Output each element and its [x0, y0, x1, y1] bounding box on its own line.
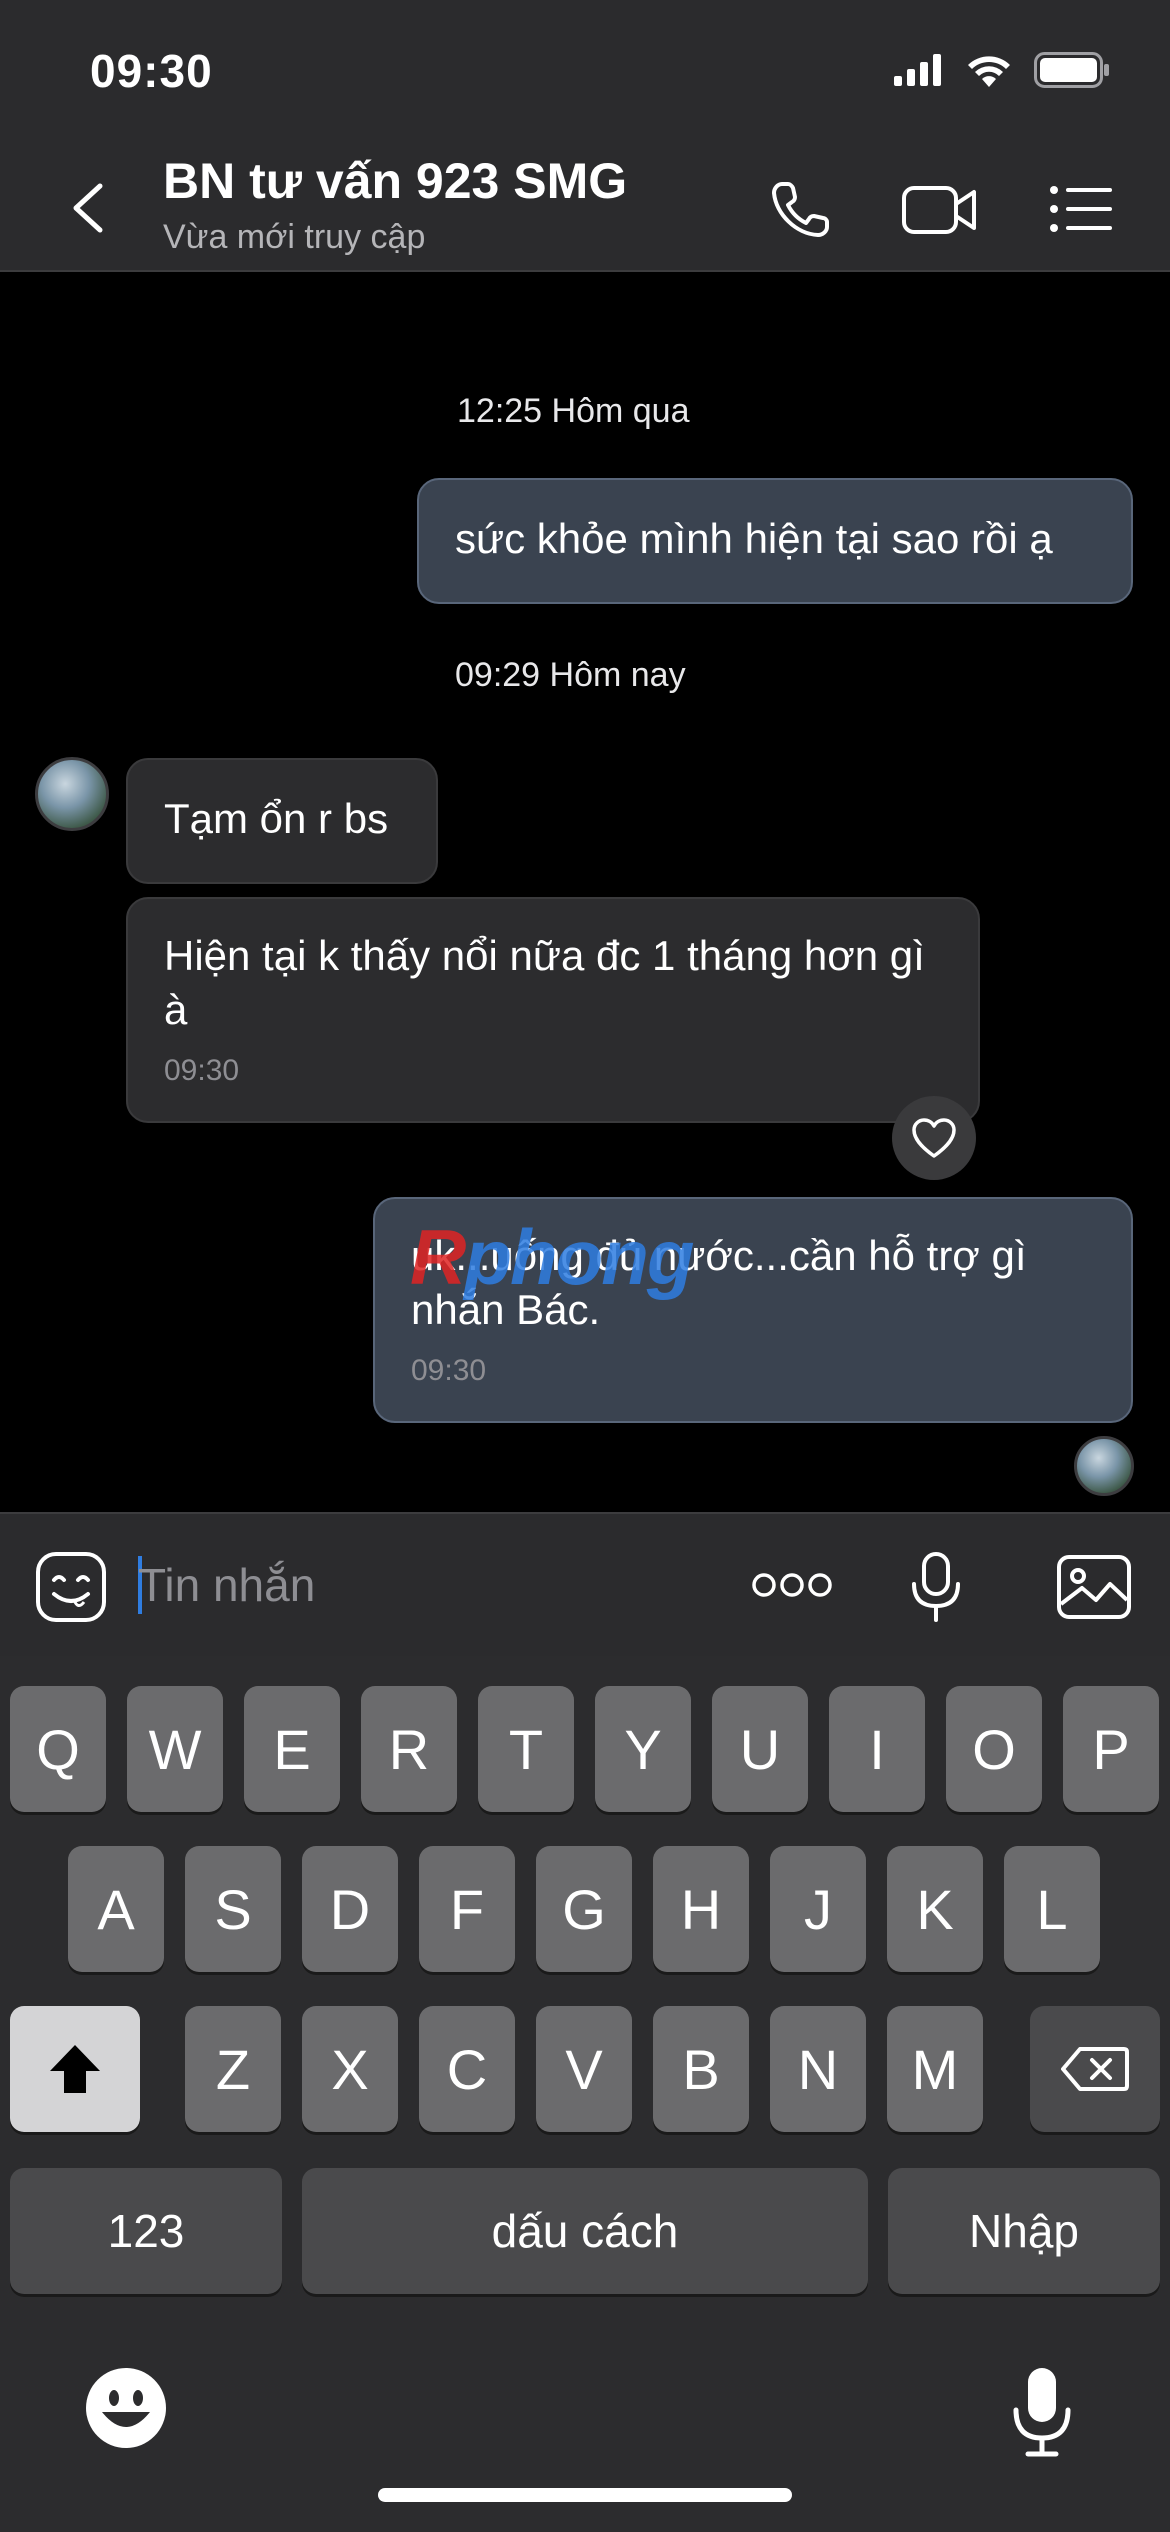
message-time: 09:30 [164, 1054, 240, 1087]
key-i[interactable]: I [829, 1686, 925, 1812]
contact-status: Vừa mới truy cập [163, 218, 426, 256]
react-heart-button[interactable] [892, 1096, 976, 1180]
key-w[interactable]: W [127, 1686, 223, 1812]
key-k[interactable]: K [887, 1846, 983, 1972]
key-y[interactable]: Y [595, 1686, 691, 1812]
message-text: Tạm ổn r bs [164, 795, 389, 842]
battery-icon [1034, 52, 1109, 88]
watermark-logo: Rphong [410, 1213, 695, 1301]
backspace-icon [1061, 2047, 1129, 2091]
space-key[interactable]: dấu cách [302, 2168, 868, 2294]
key-j[interactable]: J [770, 1846, 866, 1972]
timestamp-divider: 12:25 Hôm qua [457, 392, 690, 430]
dictation-mic-icon[interactable] [1010, 2366, 1074, 2460]
message-time: 09:30 [411, 1354, 487, 1387]
key-z[interactable]: Z [185, 2006, 281, 2132]
key-d[interactable]: D [302, 1846, 398, 1972]
image-gallery-icon[interactable] [1056, 1554, 1132, 1620]
chat-area[interactable]: 12:25 Hôm qua sức khỏe mình hiện tại sao… [0, 272, 1170, 1512]
microphone-icon[interactable] [908, 1550, 964, 1624]
key-f[interactable]: F [419, 1846, 515, 1972]
key-e[interactable]: E [244, 1686, 340, 1812]
home-indicator[interactable] [378, 2488, 792, 2502]
key-r[interactable]: R [361, 1686, 457, 1812]
sticker-icon[interactable] [34, 1550, 108, 1624]
outgoing-message[interactable]: sức khỏe mình hiện tại sao rồi ạ [417, 478, 1133, 604]
back-icon[interactable] [60, 178, 120, 238]
contact-name[interactable]: BN tư vấn 923 SMG [163, 152, 627, 210]
timestamp-divider: 09:29 Hôm nay [455, 656, 686, 694]
return-key[interactable]: Nhập [888, 2168, 1160, 2294]
emoji-keyboard-icon[interactable] [84, 2366, 168, 2450]
incoming-message[interactable]: Tạm ổn r bs [126, 758, 438, 884]
video-call-icon[interactable] [900, 178, 980, 240]
menu-list-icon[interactable] [1046, 178, 1116, 240]
key-x[interactable]: X [302, 2006, 398, 2132]
key-p[interactable]: P [1063, 1686, 1159, 1812]
avatar[interactable] [35, 757, 109, 831]
key-l[interactable]: L [1004, 1846, 1100, 1972]
key-o[interactable]: O [946, 1686, 1042, 1812]
message-input-bar: Tin nhắn [0, 1512, 1170, 1656]
shift-key[interactable] [10, 2006, 140, 2132]
message-text: sức khỏe mình hiện tại sao rồi ạ [455, 515, 1053, 562]
wifi-icon [968, 56, 1010, 87]
seen-avatar [1074, 1436, 1134, 1496]
incoming-message[interactable]: Hiện tại k thấy nổi nữa đc 1 tháng hơn g… [126, 897, 980, 1123]
backspace-key[interactable] [1030, 2006, 1160, 2132]
cellular-signal-icon [894, 54, 941, 86]
message-input[interactable]: Tin nhắn [138, 1558, 315, 1612]
key-s[interactable]: S [185, 1846, 281, 1972]
heart-icon [912, 1118, 956, 1158]
status-time: 09:30 [90, 45, 213, 97]
status-bar: 09:30 [0, 0, 1170, 140]
key-q[interactable]: Q [10, 1686, 106, 1812]
numbers-key[interactable]: 123 [10, 2168, 282, 2294]
key-g[interactable]: G [536, 1846, 632, 1972]
key-m[interactable]: M [887, 2006, 983, 2132]
shift-arrow-icon [50, 2045, 100, 2093]
key-a[interactable]: A [68, 1846, 164, 1972]
key-c[interactable]: C [419, 2006, 515, 2132]
key-u[interactable]: U [712, 1686, 808, 1812]
key-b[interactable]: B [653, 2006, 749, 2132]
key-v[interactable]: V [536, 2006, 632, 2132]
status-icons [894, 52, 1110, 88]
message-text: Hiện tại k thấy nổi nữa đc 1 tháng hơn g… [164, 932, 925, 1033]
key-n[interactable]: N [770, 2006, 866, 2132]
key-h[interactable]: H [653, 1846, 749, 1972]
key-t[interactable]: T [478, 1686, 574, 1812]
more-options-icon[interactable] [750, 1570, 834, 1600]
phone-call-icon[interactable] [768, 178, 838, 240]
chat-header: BN tư vấn 923 SMG Vừa mới truy cập [0, 140, 1170, 272]
keyboard: Q W E R T Y U I O P A S D F G H J K L Z … [0, 1656, 1170, 2532]
